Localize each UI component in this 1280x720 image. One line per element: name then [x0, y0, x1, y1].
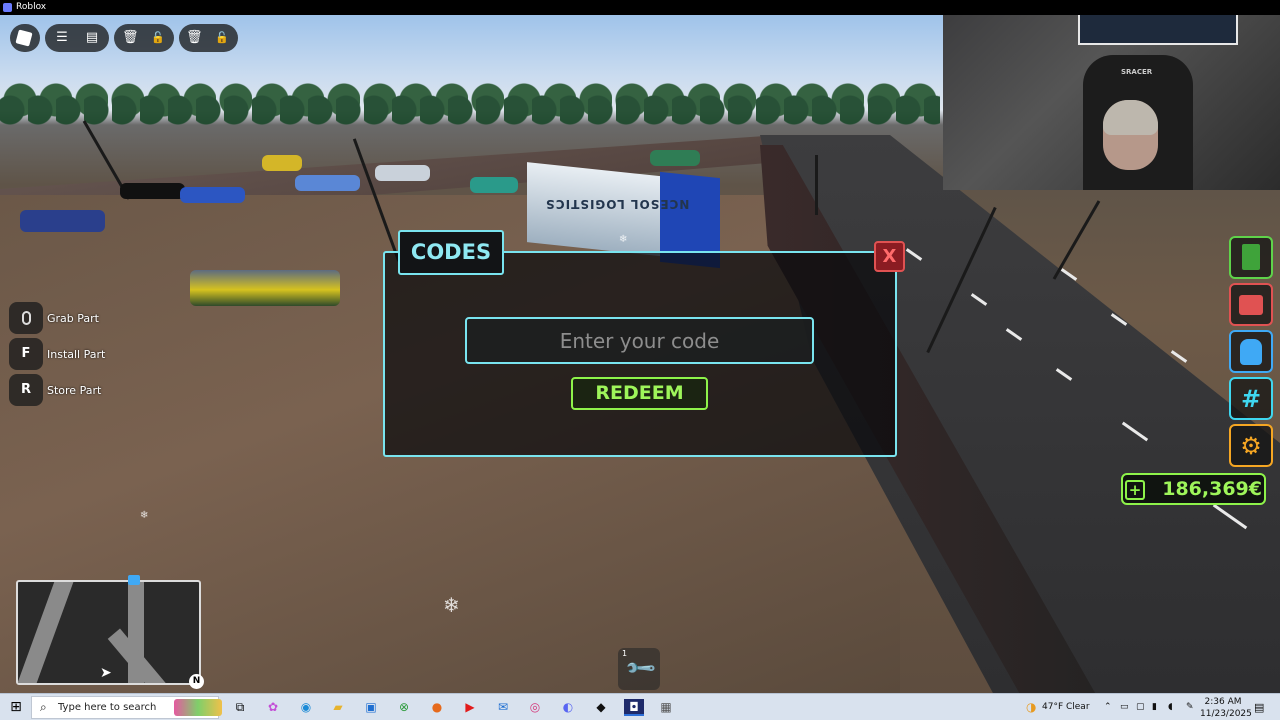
taskbar-clock[interactable]: 2:36 AM 11/23/2025	[1200, 694, 1252, 720]
copilot-icon[interactable]: ✿	[265, 699, 281, 716]
street-lamp	[1052, 200, 1101, 280]
tree-line	[0, 70, 940, 140]
webcam-overlay: SRACER	[943, 0, 1280, 190]
tool-group-2: 🗑 🔓	[179, 24, 238, 52]
date: 11/23/2025	[1200, 709, 1252, 719]
redeem-button[interactable]: REDEEM	[571, 377, 708, 410]
snowflake-icon: ❄	[140, 510, 149, 521]
roblox-app-icon	[3, 3, 12, 12]
file-explorer-icon[interactable]: ▰	[330, 699, 346, 716]
network-icon[interactable]: ▭	[1120, 694, 1130, 720]
discord-icon[interactable]: ◐	[560, 699, 576, 716]
mouse-icon	[21, 311, 31, 325]
screen: Roblox NCESOL LOGISTICS ❄ ❄ ❄ ☰ ▤ 🗑 🔓 🗑 …	[0, 0, 1280, 720]
scrap-car[interactable]	[20, 210, 105, 232]
time: 2:36 AM	[1204, 697, 1242, 707]
backpack-button[interactable]	[1229, 330, 1273, 373]
scrap-car[interactable]	[470, 177, 518, 193]
book-button[interactable]	[1229, 236, 1273, 279]
unlock-icon[interactable]: 🔓	[214, 30, 230, 46]
shop-icon	[1239, 295, 1263, 315]
menu-chat-group: ☰ ▤	[45, 24, 109, 52]
install-part-key: F	[9, 338, 43, 370]
hashtag-icon: #	[1240, 385, 1262, 413]
windows-start-icon[interactable]: ⊞	[8, 699, 24, 716]
unlock-icon[interactable]: 🔓	[150, 30, 166, 46]
weather-icon: ◑	[1026, 700, 1037, 714]
chat-icon[interactable]: ▤	[84, 30, 100, 46]
grab-part-key	[9, 302, 43, 334]
search-highlight-icon[interactable]	[174, 699, 222, 716]
hotbar-slot-number: 1	[622, 649, 628, 658]
instagram-icon[interactable]: ◎	[527, 699, 543, 716]
minimap-marker-icon	[128, 575, 140, 585]
youtube-icon[interactable]: ▶	[462, 699, 478, 716]
add-currency-button[interactable]: +	[1125, 480, 1145, 500]
weather-text[interactable]: 47°F Clear	[1042, 694, 1102, 720]
truck-text: NCESOL LOGISTICS	[545, 197, 690, 211]
scrap-car[interactable]	[262, 155, 302, 171]
street-lamp	[815, 155, 818, 215]
display-icon[interactable]: ▢	[1136, 694, 1146, 720]
window-titlebar: Roblox	[0, 0, 1280, 15]
hashtag-button[interactable]: #	[1229, 377, 1273, 420]
xbox-icon[interactable]: ⊗	[396, 699, 412, 716]
install-part-label: Install Part	[47, 348, 106, 361]
compass-north: N	[189, 674, 204, 689]
code-input[interactable]	[465, 317, 814, 364]
search-icon: ⌕	[40, 700, 47, 714]
scrap-car[interactable]	[375, 165, 430, 181]
car-stack[interactable]	[190, 270, 340, 306]
tool-group-1: 🗑 🔓	[114, 24, 174, 52]
notification-icon[interactable]: ▤	[1254, 694, 1268, 720]
outlook-icon[interactable]: ✉	[495, 699, 511, 716]
codes-title: CODES	[398, 230, 504, 275]
player-arrow-icon: ➤	[100, 665, 112, 681]
trash-icon[interactable]: 🗑	[122, 30, 139, 46]
snowflake-icon: ❄	[443, 593, 460, 617]
window-title: Roblox	[16, 2, 47, 12]
store-part-key: R	[9, 374, 43, 406]
scrap-car[interactable]	[650, 150, 700, 166]
close-button[interactable]: X	[874, 241, 905, 272]
shop-button[interactable]	[1229, 283, 1273, 326]
roblox-taskbar-icon[interactable]: ◘	[624, 699, 644, 716]
chevron-up-icon[interactable]: ⌃	[1104, 694, 1114, 720]
firefox-icon[interactable]: ●	[429, 699, 445, 716]
chair-brand: SRACER	[1121, 68, 1153, 76]
hamburger-menu-icon[interactable]: ☰	[54, 30, 70, 46]
backpack-icon	[1240, 339, 1262, 365]
book-icon	[1242, 244, 1260, 270]
scrap-car[interactable]	[295, 175, 360, 191]
roblox-menu-button[interactable]	[10, 24, 40, 52]
gear-icon: ⚙	[1240, 432, 1262, 460]
scrap-car[interactable]	[180, 187, 245, 203]
snowflake-icon: ❄	[619, 234, 628, 245]
edge-icon[interactable]: ◉	[298, 699, 314, 716]
minimap-road	[18, 582, 75, 683]
settings-button[interactable]: ⚙	[1229, 424, 1273, 467]
task-view-icon[interactable]: ⧉	[232, 699, 248, 716]
pen-icon[interactable]: ✎	[1186, 694, 1196, 720]
store-part-label: Store Part	[47, 384, 102, 397]
currency-value: 186,369€	[1162, 478, 1262, 500]
battery-icon[interactable]: ▮	[1152, 694, 1162, 720]
app-icon[interactable]: ◆	[593, 699, 609, 716]
search-placeholder: Type here to search	[58, 702, 157, 713]
trash-icon[interactable]: 🗑	[186, 30, 203, 46]
grab-part-label: Grab Part	[47, 312, 99, 325]
minimap-road	[107, 628, 185, 683]
windows-taskbar: ⊞ ⌕ Type here to search ⧉ ✿ ◉ ▰ ▣ ⊗ ● ▶ …	[0, 693, 1280, 720]
scrap-car[interactable]	[120, 183, 185, 199]
volume-icon[interactable]: ◖	[1168, 694, 1178, 720]
store-icon[interactable]: ▣	[363, 699, 379, 716]
roblox-logo-icon	[15, 29, 33, 47]
capture-app-icon[interactable]: ▦	[657, 699, 675, 716]
